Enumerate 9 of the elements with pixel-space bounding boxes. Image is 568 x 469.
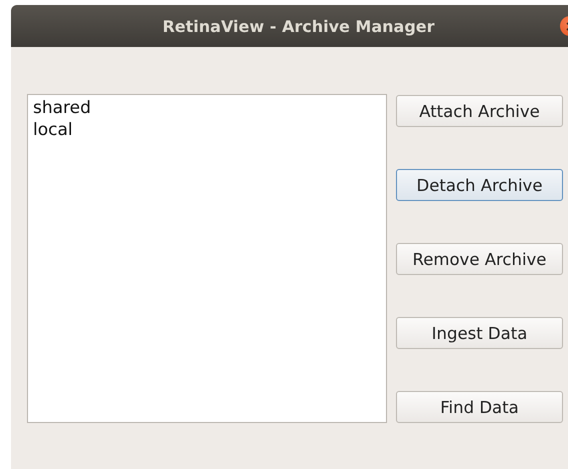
action-button[interactable]: Find Data	[396, 391, 563, 423]
window-title: RetinaView - Archive Manager	[161, 16, 436, 36]
action-button[interactable]: Remove Archive	[396, 243, 563, 275]
archive-list[interactable]: shared local	[27, 94, 387, 423]
list-item[interactable]: shared	[33, 97, 91, 119]
action-button[interactable]: Attach Archive	[396, 95, 563, 127]
action-button[interactable]: Ingest Data	[396, 317, 563, 349]
action-button[interactable]: Detach Archive	[396, 169, 563, 201]
list-item[interactable]: local	[33, 119, 73, 141]
